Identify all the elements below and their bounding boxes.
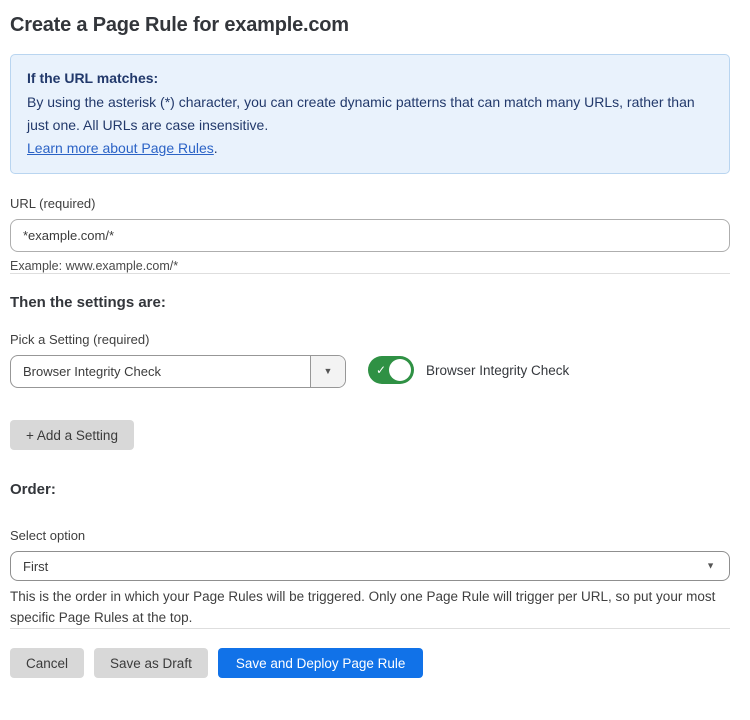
toggle-label: Browser Integrity Check (426, 363, 569, 378)
settings-section-heading: Then the settings are: (10, 294, 730, 311)
order-select[interactable]: First ▼ (10, 551, 730, 581)
setting-dropdown[interactable]: Browser Integrity Check ▼ (10, 355, 346, 388)
chevron-down-icon: ▼ (706, 562, 715, 571)
url-example-hint: Example: www.example.com/* (10, 259, 730, 273)
order-section-heading: Order: (10, 481, 730, 498)
settings-row: Browser Integrity Check ▼ ✓ Browser Inte… (10, 355, 730, 388)
learn-more-link[interactable]: Learn more about Page Rules (27, 140, 214, 156)
link-period: . (214, 140, 218, 156)
add-setting-button[interactable]: + Add a Setting (10, 420, 134, 450)
setting-dropdown-value: Browser Integrity Check (11, 356, 310, 387)
toggle-knob (389, 359, 411, 381)
info-box-link-line: Learn more about Page Rules. (27, 137, 713, 160)
url-matches-info-box: If the URL matches: By using the asteris… (10, 54, 730, 174)
toggle-wrap: ✓ Browser Integrity Check (368, 356, 569, 384)
setting-dropdown-arrow-button[interactable]: ▼ (310, 356, 345, 387)
info-box-body: By using the asterisk (*) character, you… (27, 91, 713, 137)
url-label: URL (required) (10, 196, 730, 211)
page-title: Create a Page Rule for example.com (10, 14, 730, 37)
divider (10, 628, 730, 629)
info-box-heading: If the URL matches: (27, 67, 713, 90)
url-input[interactable] (10, 219, 730, 252)
order-select-value: First (23, 559, 48, 574)
footer-actions: Cancel Save as Draft Save and Deploy Pag… (10, 648, 730, 678)
save-draft-button[interactable]: Save as Draft (94, 648, 208, 678)
browser-integrity-toggle[interactable]: ✓ (368, 356, 414, 384)
save-deploy-button[interactable]: Save and Deploy Page Rule (218, 648, 424, 678)
order-select-label: Select option (10, 528, 730, 543)
check-icon: ✓ (376, 364, 386, 376)
pick-setting-label: Pick a Setting (required) (10, 332, 730, 347)
cancel-button[interactable]: Cancel (10, 648, 84, 678)
info-box-body-text: By using the asterisk (*) character, you… (27, 94, 695, 133)
order-help-text: This is the order in which your Page Rul… (10, 586, 730, 628)
chevron-down-icon: ▼ (324, 367, 333, 376)
divider (10, 273, 730, 274)
